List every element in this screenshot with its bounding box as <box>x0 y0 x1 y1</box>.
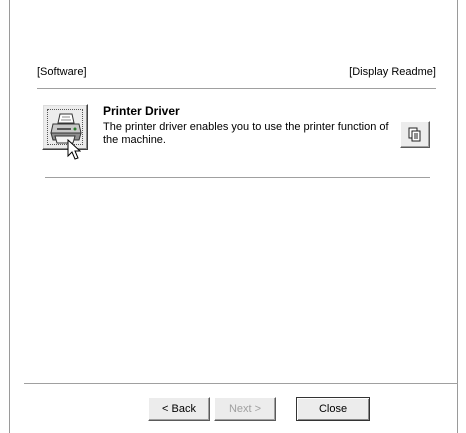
item-divider <box>45 177 430 178</box>
display-readme-label: [Display Readme] <box>349 66 436 78</box>
footer-divider <box>24 383 458 384</box>
window-border-left <box>9 0 10 433</box>
document-icon <box>408 127 421 142</box>
header-row: [Software] [Display Readme] <box>37 66 436 82</box>
back-button[interactable]: < Back <box>148 397 210 421</box>
item-description: The printer driver enables you to use th… <box>103 121 389 146</box>
next-button[interactable]: Next > <box>214 397 276 421</box>
display-readme-button[interactable] <box>400 121 430 148</box>
software-label: [Software] <box>37 66 87 78</box>
header-divider <box>37 88 436 89</box>
close-button[interactable]: Close <box>296 397 370 421</box>
mouse-cursor-icon <box>67 139 81 160</box>
window-border-right <box>457 0 458 433</box>
printer-driver-install-button[interactable] <box>42 104 88 150</box>
item-title: Printer Driver <box>103 104 180 118</box>
